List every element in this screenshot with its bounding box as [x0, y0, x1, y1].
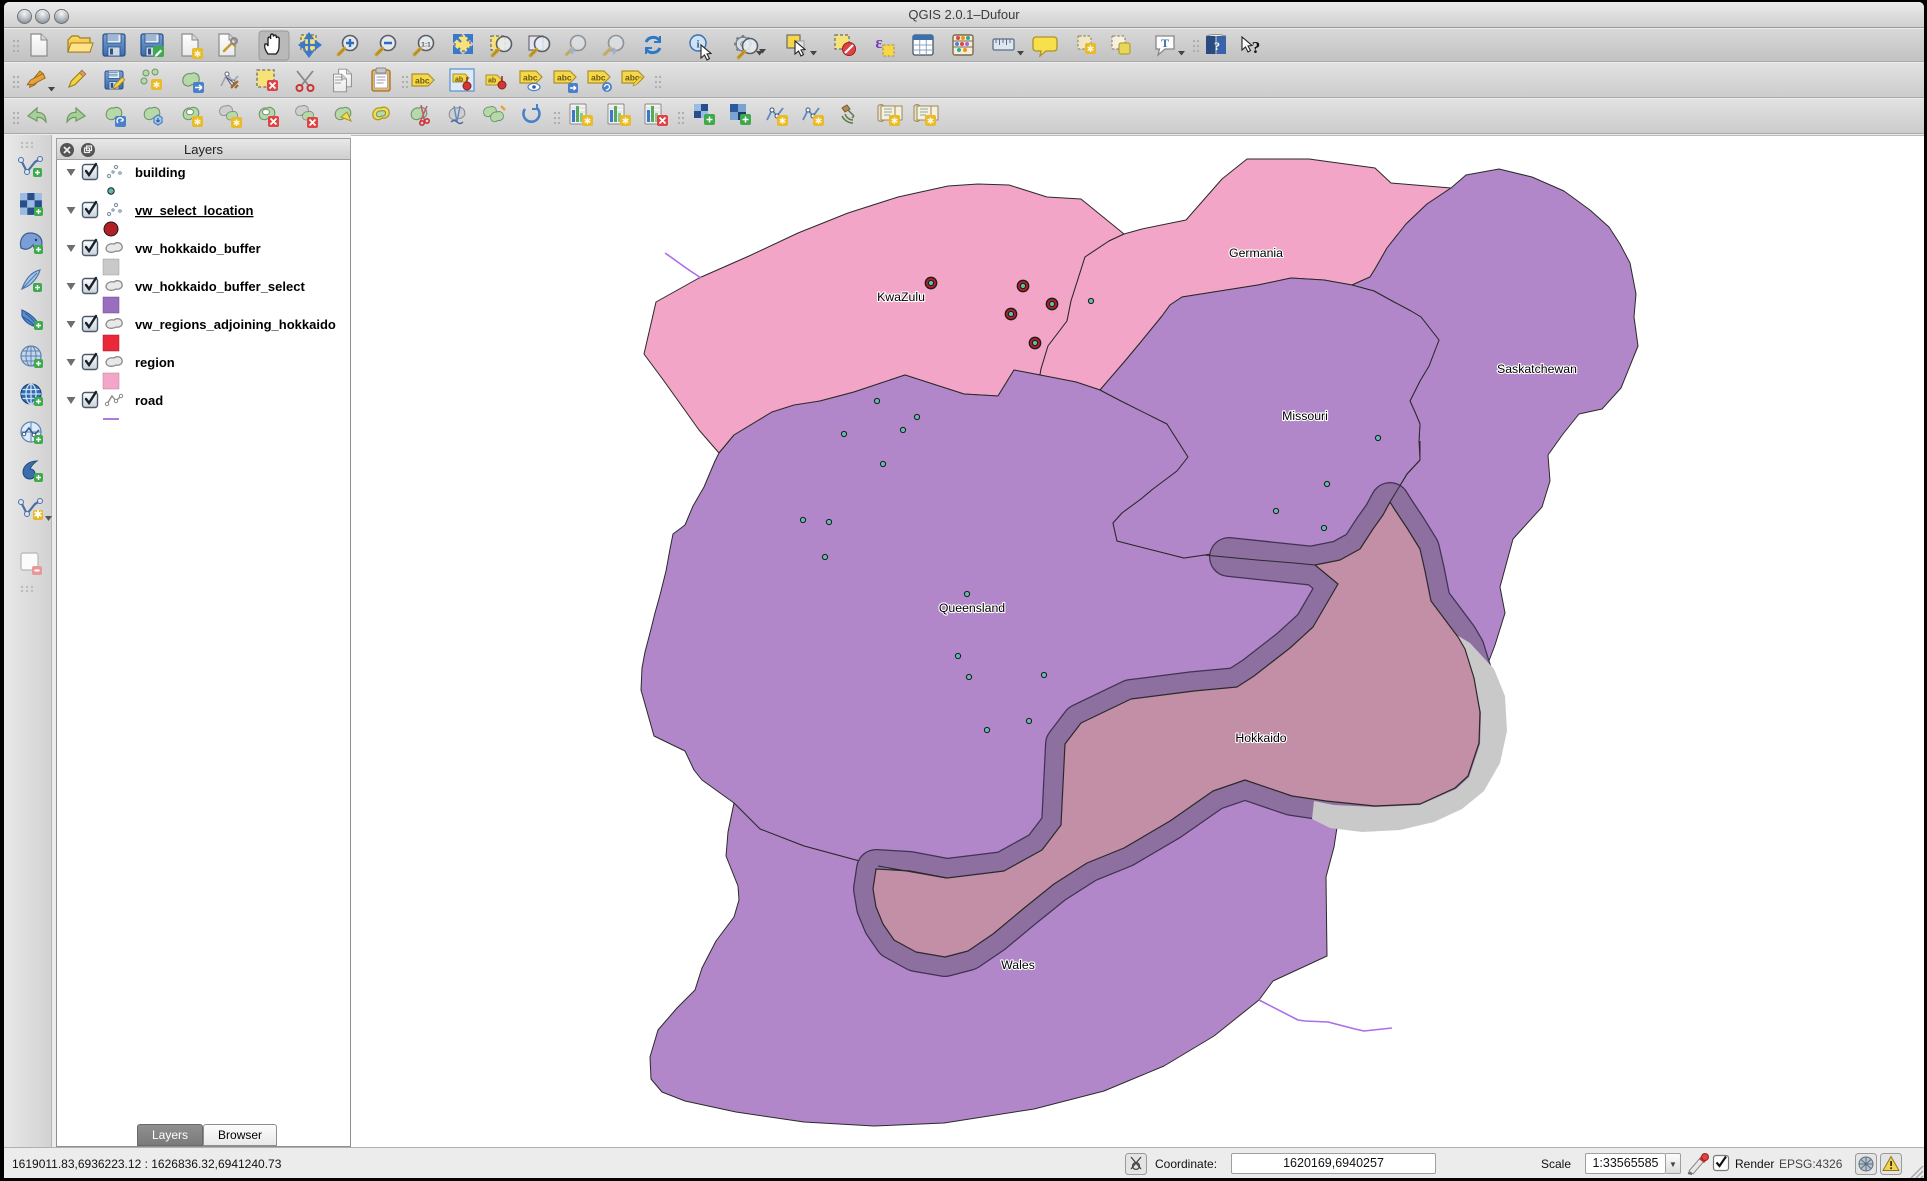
svg-text:road: road	[135, 393, 163, 408]
svg-text:Queensland: Queensland	[939, 601, 1005, 615]
svg-text:ab: ab	[488, 78, 496, 85]
svg-text:vw_hokkaido_buffer: vw_hokkaido_buffer	[135, 241, 261, 256]
svg-text:Saskatchewan: Saskatchewan	[1497, 362, 1577, 376]
svg-text:T: T	[1161, 36, 1169, 50]
svg-text:KwaZulu: KwaZulu	[877, 290, 925, 304]
svg-text:vw_regions_adjoining_hokkaido: vw_regions_adjoining_hokkaido	[135, 317, 336, 332]
svg-text:?: ?	[1214, 39, 1220, 53]
svg-text:ab: ab	[455, 77, 463, 84]
svg-text:?: ?	[1252, 38, 1261, 57]
svg-text:Hokkaido: Hokkaido	[1235, 731, 1286, 745]
svg-text:Missouri: Missouri	[1282, 409, 1328, 423]
svg-text:Germania: Germania	[1229, 246, 1283, 260]
svg-text:Wales: Wales	[1001, 958, 1035, 972]
svg-text:vw_hokkaido_buffer_select: vw_hokkaido_buffer_select	[135, 279, 305, 294]
svg-text:ε: ε	[875, 33, 882, 52]
svg-text:region: region	[135, 355, 175, 370]
svg-text:1:1: 1:1	[421, 42, 431, 49]
svg-text:✱: ✱	[33, 509, 42, 521]
svg-text:building: building	[135, 165, 186, 180]
svg-text:vw_select_location: vw_select_location	[135, 203, 254, 218]
svg-text:i: i	[696, 39, 699, 51]
